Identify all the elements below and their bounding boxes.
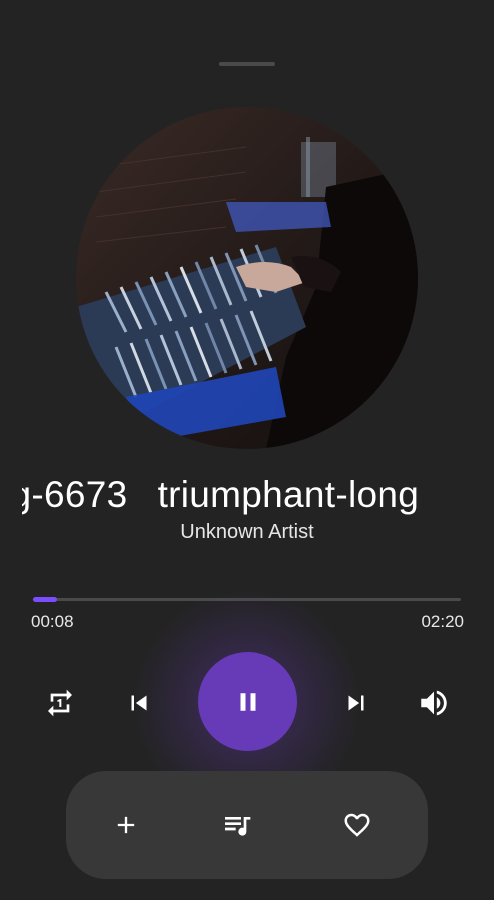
add-icon — [117, 816, 135, 834]
previous-button[interactable] — [119, 683, 159, 723]
pause-icon — [240, 692, 255, 711]
volume-icon — [421, 690, 447, 716]
song-title-repeat: triumphant-long — [157, 474, 420, 515]
seek-bar-progress — [33, 597, 58, 602]
add-to-playlist-button[interactable] — [108, 807, 144, 843]
song-title: song-6673 — [22, 474, 128, 515]
bottom-action-bar — [66, 771, 428, 879]
repeat-one-icon — [48, 689, 72, 717]
song-title-marquee: song-6673 triumphant-long — [22, 470, 472, 520]
pause-button[interactable] — [198, 652, 297, 751]
drag-handle[interactable] — [219, 62, 275, 66]
total-time: 02:20 — [421, 612, 464, 631]
heart-outline-icon — [344, 813, 370, 837]
current-time: 00:08 — [31, 612, 74, 631]
favorite-button[interactable] — [339, 807, 375, 843]
queue-music-icon — [225, 817, 251, 836]
volume-button[interactable] — [414, 683, 454, 723]
queue-button[interactable] — [219, 807, 255, 843]
album-art — [76, 107, 418, 449]
next-button[interactable] — [336, 683, 376, 723]
skip-previous-icon — [131, 695, 147, 711]
repeat-button[interactable] — [40, 683, 80, 723]
skip-next-icon — [348, 695, 364, 711]
artist-name: Unknown Artist — [180, 521, 314, 543]
